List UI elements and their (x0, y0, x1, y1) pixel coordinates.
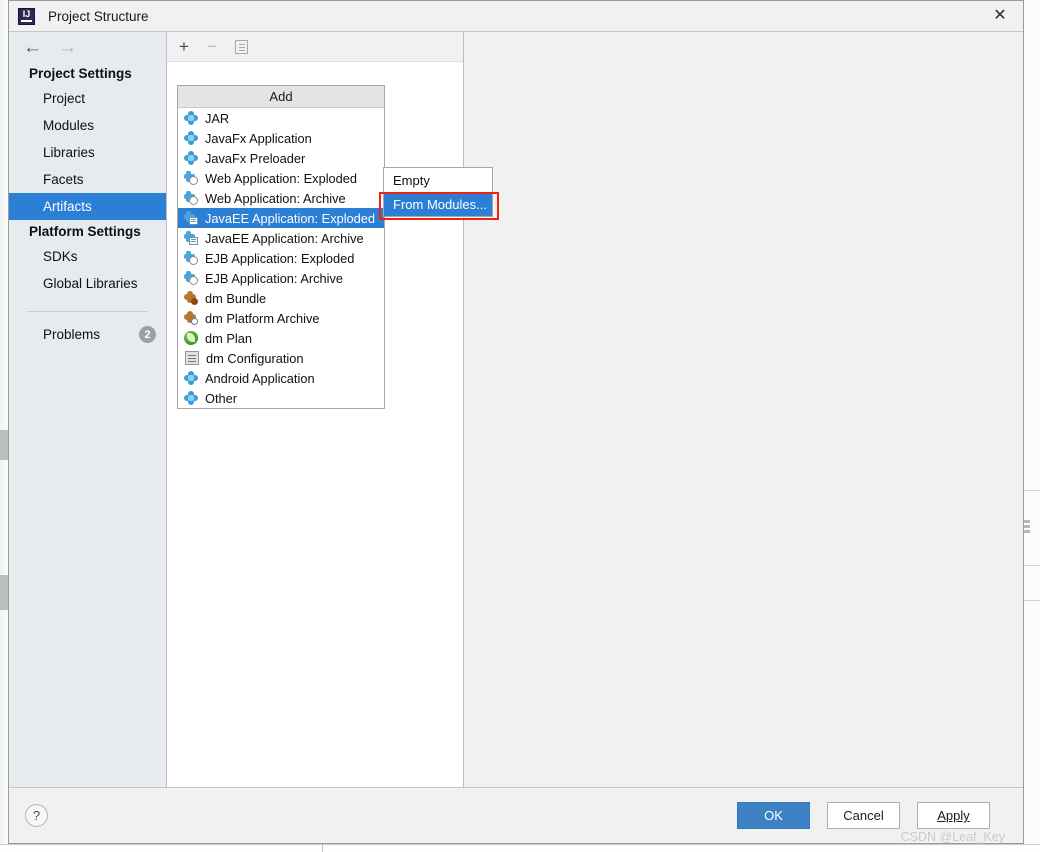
menu-item-label: Android Application (205, 370, 315, 386)
menu-item-javaee-application-exploded[interactable]: JavaEE Application: Exploded (178, 208, 384, 228)
menu-item-dm-bundle[interactable]: dm Bundle (178, 288, 384, 308)
dm-platform-icon (184, 311, 198, 325)
sidebar-item-project[interactable]: Project (9, 85, 166, 112)
footer-button-group: OK Cancel Apply (737, 802, 990, 829)
sidebar-item-global-libraries[interactable]: Global Libraries (9, 270, 166, 297)
menu-item-javaee-application-archive[interactable]: JavaEE Application: Archive (178, 228, 384, 248)
arrow-right-icon[interactable]: → (58, 38, 77, 57)
watermark: CSDN @Leaf_Key (900, 830, 1005, 844)
sidebar-item-label: Problems (43, 327, 101, 342)
title-bar: Project Structure ✕ (9, 1, 1023, 31)
menu-item-label: dm Platform Archive (205, 310, 320, 326)
menu-item-other[interactable]: Other (178, 388, 384, 408)
menu-item-label: Other (205, 390, 238, 406)
submenu-item-from-modules[interactable]: From Modules... (384, 192, 492, 216)
arrow-left-icon[interactable]: ← (23, 38, 42, 57)
settings-sidebar: ← → Project Settings Project Modules Lib… (9, 32, 167, 787)
javaee-icon (184, 211, 198, 225)
globe-icon (184, 271, 198, 285)
diamond-icon (184, 371, 198, 385)
menu-item-label: EJB Application: Exploded (205, 250, 355, 266)
intellij-idea-logo-icon (18, 7, 35, 25)
submenu-item-empty[interactable]: Empty (384, 168, 492, 192)
menu-item-label: Web Application: Archive (205, 190, 346, 206)
cancel-button[interactable]: Cancel (827, 802, 900, 829)
menu-item-label: dm Configuration (206, 350, 304, 366)
apply-button-label: Apply (937, 808, 970, 823)
project-structure-dialog: Project Structure ✕ ← → Project Settings… (8, 0, 1024, 844)
close-icon[interactable]: ✕ (977, 1, 1023, 31)
menu-item-label: JAR (205, 110, 230, 126)
background-bottom-edge (0, 844, 1040, 852)
copy-icon[interactable] (234, 39, 248, 54)
ok-button[interactable]: OK (737, 802, 810, 829)
sidebar-item-libraries[interactable]: Libraries (9, 139, 166, 166)
window-title: Project Structure (48, 8, 149, 24)
document-icon (185, 351, 199, 365)
plus-icon[interactable]: + (179, 38, 189, 55)
menu-item-label: EJB Application: Archive (205, 270, 343, 286)
menu-item-javafx-application[interactable]: JavaFx Application (178, 128, 384, 148)
menu-item-ejb-application-archive[interactable]: EJB Application: Archive (178, 268, 384, 288)
add-menu-header: Add (178, 86, 384, 108)
diamond-icon (184, 151, 198, 165)
menu-item-dm-plan[interactable]: dm Plan (178, 328, 384, 348)
dialog-body: ← → Project Settings Project Modules Lib… (9, 31, 1023, 787)
menu-item-label: Web Application: Exploded (205, 170, 358, 186)
sidebar-item-modules[interactable]: Modules (9, 112, 166, 139)
background-divider (322, 844, 323, 852)
diamond-icon (184, 111, 198, 125)
artifact-detail-pane (464, 32, 1023, 787)
menu-item-jar[interactable]: JAR (178, 108, 384, 128)
menu-item-dm-platform-archive[interactable]: dm Platform Archive (178, 308, 384, 328)
diamond-icon (184, 131, 198, 145)
menu-item-label: dm Plan (205, 330, 252, 346)
leaf-icon (184, 331, 198, 345)
menu-item-label: dm Bundle (205, 290, 267, 306)
artifacts-toolbar: + − (167, 32, 463, 62)
apply-button[interactable]: Apply (917, 802, 990, 829)
menu-item-ejb-application-exploded[interactable]: EJB Application: Exploded (178, 248, 384, 268)
menu-item-android-application[interactable]: Android Application (178, 368, 384, 388)
sidebar-divider (27, 311, 148, 312)
sidebar-item-problems[interactable]: Problems 2 (9, 324, 166, 345)
help-icon[interactable]: ? (25, 804, 48, 827)
menu-item-label: JavaEE Application: Archive (205, 230, 364, 246)
artifact-type-submenu: Empty From Modules... (383, 167, 493, 217)
menu-item-web-application-exploded[interactable]: Web Application: Exploded (178, 168, 384, 188)
add-artifact-menu: Add JAR JavaFx Application JavaFx Preloa… (177, 85, 385, 409)
javaee-icon (184, 231, 198, 245)
sidebar-item-artifacts[interactable]: Artifacts (9, 193, 166, 220)
sidebar-group-platform-settings: Platform Settings (29, 224, 141, 239)
globe-icon (184, 171, 198, 185)
sidebar-nav-toolbar: ← → (9, 32, 166, 62)
diamond-icon (184, 391, 198, 405)
sidebar-group-project-settings: Project Settings (29, 66, 132, 81)
menu-item-dm-configuration[interactable]: dm Configuration (178, 348, 384, 368)
dm-bundle-icon (184, 291, 198, 305)
menu-item-javafx-preloader[interactable]: JavaFx Preloader (178, 148, 384, 168)
problems-count-badge: 2 (139, 326, 156, 343)
menu-item-label: JavaEE Application: Exploded (205, 210, 376, 226)
globe-icon (184, 251, 198, 265)
menu-item-label: JavaFx Preloader (205, 150, 306, 166)
sidebar-item-sdks[interactable]: SDKs (9, 243, 166, 270)
menu-item-web-application-archive[interactable]: Web Application: Archive (178, 188, 384, 208)
dialog-footer: ? OK Cancel Apply CSDN @Leaf_Key (9, 787, 1023, 844)
menu-item-label: JavaFx Application (205, 130, 312, 146)
minus-icon[interactable]: − (207, 38, 217, 55)
sidebar-item-facets[interactable]: Facets (9, 166, 166, 193)
globe-icon (184, 191, 198, 205)
